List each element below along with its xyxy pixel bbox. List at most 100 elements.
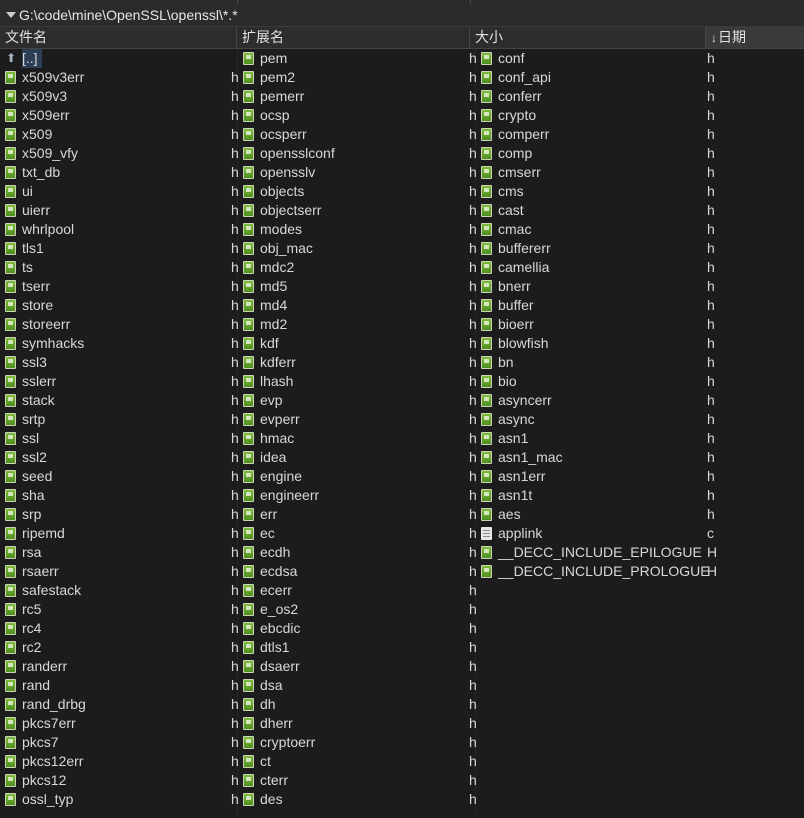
file-item[interactable]: __DECC_INCLUDE_PROLOGUE H [476,562,804,581]
file-item[interactable]: uierr h [0,201,239,220]
file-item[interactable]: comperr h [476,125,804,144]
file-item[interactable]: ui h [0,182,239,201]
file-item[interactable]: md4 h [238,296,477,315]
file-item[interactable]: safestack h [0,581,239,600]
file-item[interactable]: pkcs12 h [0,771,239,790]
file-item[interactable]: symhacks h [0,334,239,353]
file-item[interactable]: asn1err h [476,467,804,486]
file-item[interactable]: randerr h [0,657,239,676]
file-item[interactable]: cms h [476,182,804,201]
file-item[interactable]: objects h [238,182,477,201]
file-item[interactable]: idea h [238,448,477,467]
file-item[interactable]: pkcs7err h [0,714,239,733]
file-item[interactable]: sha h [0,486,239,505]
file-item[interactable]: __DECC_INCLUDE_EPILOGUE H [476,543,804,562]
file-item[interactable]: asyncerr h [476,391,804,410]
file-item[interactable]: ossl_typ h [0,790,239,809]
file-item[interactable]: kdf h [238,334,477,353]
file-item[interactable]: applink c [476,524,804,543]
file-item[interactable]: x509 h [0,125,239,144]
file-item[interactable]: dh h [238,695,477,714]
file-item[interactable]: cryptoerr h [238,733,477,752]
file-item[interactable]: cast h [476,201,804,220]
dropdown-arrow-icon[interactable] [6,12,16,18]
path-bar[interactable]: G:\code\mine\OpenSSL\openssl\*.* [0,4,804,27]
file-item[interactable]: sslerr h [0,372,239,391]
file-item[interactable]: lhash h [238,372,477,391]
file-item[interactable]: bio h [476,372,804,391]
file-item[interactable]: cmac h [476,220,804,239]
file-item[interactable]: pem2 h [238,68,477,87]
file-item[interactable]: buffer h [476,296,804,315]
file-item[interactable]: conf_api h [476,68,804,87]
file-item[interactable]: mdc2 h [238,258,477,277]
file-list[interactable]: ⬆ [..] x509v3err h x509v3 h x509err h x509 h x509_… [0,49,804,818]
file-item[interactable]: ebcdic h [238,619,477,638]
file-item[interactable]: x509v3err h [0,68,239,87]
file-item[interactable]: ocsp h [238,106,477,125]
header-filename[interactable]: 文件名 [0,27,237,48]
file-item[interactable]: buffererr h [476,239,804,258]
file-item[interactable]: ecdh h [238,543,477,562]
file-item[interactable]: bioerr h [476,315,804,334]
parent-dir-item[interactable]: ⬆ [..] [0,49,237,68]
file-item[interactable]: ecdsa h [238,562,477,581]
file-item[interactable]: kdferr h [238,353,477,372]
file-item[interactable]: ts h [0,258,239,277]
file-item[interactable]: async h [476,410,804,429]
file-item[interactable]: bnerr h [476,277,804,296]
file-item[interactable]: engineerr h [238,486,477,505]
header-extension[interactable]: 扩展名 [237,27,470,48]
file-item[interactable]: opensslv h [238,163,477,182]
file-item[interactable]: comp h [476,144,804,163]
file-item[interactable]: pem h [238,49,477,68]
file-item[interactable]: crypto h [476,106,804,125]
file-item[interactable]: asn1t h [476,486,804,505]
file-item[interactable]: tls1 h [0,239,239,258]
file-item[interactable]: rand_drbg h [0,695,239,714]
file-item[interactable]: seed h [0,467,239,486]
file-item[interactable]: dherr h [238,714,477,733]
file-item[interactable]: bn h [476,353,804,372]
file-item[interactable]: dsaerr h [238,657,477,676]
file-item[interactable]: des h [238,790,477,809]
file-item[interactable]: ecerr h [238,581,477,600]
file-item[interactable]: md2 h [238,315,477,334]
file-item[interactable]: obj_mac h [238,239,477,258]
file-item[interactable]: ripemd h [0,524,239,543]
file-item[interactable]: ocsperr h [238,125,477,144]
file-item[interactable]: x509_vfy h [0,144,239,163]
file-item[interactable]: dsa h [238,676,477,695]
file-item[interactable]: blowfish h [476,334,804,353]
file-item[interactable]: evp h [238,391,477,410]
file-item[interactable]: ct h [238,752,477,771]
file-item[interactable]: opensslconf h [238,144,477,163]
file-item[interactable]: modes h [238,220,477,239]
file-item[interactable]: asn1 h [476,429,804,448]
file-item[interactable]: ssl3 h [0,353,239,372]
file-item[interactable]: pkcs12err h [0,752,239,771]
file-item[interactable]: rc2 h [0,638,239,657]
file-item[interactable]: ec h [238,524,477,543]
file-item[interactable]: rand h [0,676,239,695]
file-item[interactable]: rc4 h [0,619,239,638]
file-item[interactable]: pemerr h [238,87,477,106]
file-item[interactable]: rsa h [0,543,239,562]
file-item[interactable]: conf h [476,49,804,68]
file-item[interactable]: rc5 h [0,600,239,619]
file-item[interactable]: dtls1 h [238,638,477,657]
file-item[interactable]: srp h [0,505,239,524]
file-item[interactable]: rsaerr h [0,562,239,581]
file-item[interactable]: stack h [0,391,239,410]
file-item[interactable]: md5 h [238,277,477,296]
file-item[interactable]: srtp h [0,410,239,429]
file-item[interactable]: hmac h [238,429,477,448]
file-item[interactable]: tserr h [0,277,239,296]
header-date[interactable]: ↓日期 [706,27,804,48]
file-item[interactable]: err h [238,505,477,524]
file-item[interactable]: x509err h [0,106,239,125]
file-item[interactable]: storeerr h [0,315,239,334]
header-size[interactable]: 大小 [470,27,706,48]
file-item[interactable]: e_os2 h [238,600,477,619]
file-item[interactable]: ssl h [0,429,239,448]
